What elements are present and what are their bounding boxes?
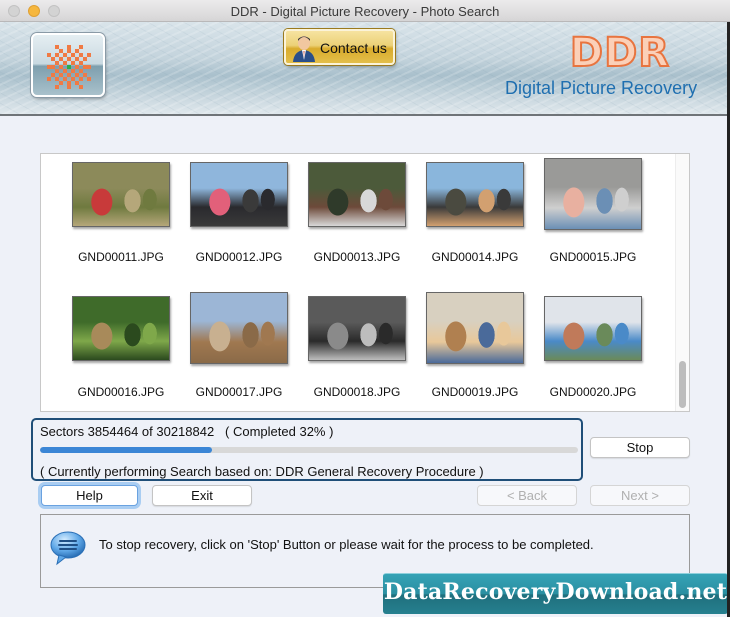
help-button[interactable]: Help xyxy=(41,485,138,506)
app-logo xyxy=(31,33,105,97)
thumbnail-item[interactable]: GND00014.JPG xyxy=(416,160,534,285)
vertical-scrollbar[interactable] xyxy=(675,154,689,411)
thumbnail-item[interactable]: GND00013.JPG xyxy=(298,160,416,285)
progress-bar-fill xyxy=(40,447,213,453)
completed-percent: ( Completed 32% ) xyxy=(225,424,334,439)
title-bar: DDR - Digital Picture Recovery - Photo S… xyxy=(0,0,730,22)
app-window: DDR - Digital Picture Recovery - Photo S… xyxy=(0,0,730,617)
ddr-logo-icon xyxy=(47,45,91,89)
thumbnail-filename: GND00014.JPG xyxy=(431,250,519,264)
photo-thumbnail[interactable] xyxy=(190,292,288,364)
photo-thumbnail[interactable] xyxy=(544,296,642,361)
progress-panel: Sectors 3854464 of 30218842 ( Completed … xyxy=(31,418,583,481)
thumbnail-filename: GND00013.JPG xyxy=(313,250,401,264)
contact-us-button[interactable]: Contact us xyxy=(284,29,395,65)
thumbnail-item[interactable]: GND00012.JPG xyxy=(180,160,298,285)
sectors-count: Sectors 3854464 of 30218842 xyxy=(40,424,215,439)
contact-us-label: Contact us xyxy=(320,40,387,56)
photo-thumbnail[interactable] xyxy=(426,162,524,227)
photo-thumbnail[interactable] xyxy=(308,296,406,361)
thumbnail-grid: GND00020.JPG GND00019.JPG GND00018.JPG GND0… xyxy=(40,153,690,412)
thumbnail-item[interactable]: GND00011.JPG xyxy=(62,160,180,285)
thumbnail-filename: GND00015.JPG xyxy=(549,250,637,264)
watermark-text: DataRecoveryDownload.net xyxy=(383,579,728,605)
progress-bar xyxy=(40,447,578,453)
thumbnail-filename: GND00019.JPG xyxy=(431,385,519,399)
window-title: DDR - Digital Picture Recovery - Photo S… xyxy=(230,4,500,19)
thumbnail-item[interactable]: GND00020.JPG xyxy=(534,294,652,419)
watermark-banner: DataRecoveryDownload.net xyxy=(383,573,728,614)
exit-button[interactable]: Exit xyxy=(152,485,252,506)
photo-thumbnail[interactable] xyxy=(72,296,170,361)
thumbnail-filename: GND00016.JPG xyxy=(77,385,165,399)
back-button[interactable]: < Back xyxy=(477,485,577,506)
photo-thumbnail[interactable] xyxy=(190,162,288,227)
thumbnail-item[interactable]: GND00018.JPG xyxy=(298,294,416,419)
photo-thumbnail[interactable] xyxy=(72,162,170,227)
scrollbar-thumb[interactable] xyxy=(679,361,686,408)
search-status-text: ( Currently performing Search based on: … xyxy=(40,464,484,479)
brand-name: DDR xyxy=(569,29,671,77)
thumbnail-filename: GND00011.JPG xyxy=(78,250,164,264)
sectors-progress-text: Sectors 3854464 of 30218842 ( Completed … xyxy=(40,424,333,439)
photo-thumbnail[interactable] xyxy=(426,292,524,364)
thumbnail-filename: GND00020.JPG xyxy=(549,385,637,399)
thumbnail-filename: GND00017.JPG xyxy=(195,385,283,399)
next-button[interactable]: Next > xyxy=(590,485,690,506)
header-banner: Contact us DDR Digital Picture Recovery xyxy=(0,22,730,116)
thumbnail-item[interactable]: GND00017.JPG xyxy=(180,292,298,419)
thumbnail-filename: GND00018.JPG xyxy=(313,385,401,399)
photo-thumbnail[interactable] xyxy=(544,158,642,230)
person-icon xyxy=(293,36,315,62)
message-text: To stop recovery, click on 'Stop' Button… xyxy=(99,537,594,552)
photo-thumbnail[interactable] xyxy=(308,162,406,227)
thumbnail-item[interactable]: GND00015.JPG xyxy=(534,158,652,285)
speech-bubble-icon xyxy=(50,531,86,566)
brand-subtitle: Digital Picture Recovery xyxy=(505,78,698,98)
thumbnail-filename: GND00012.JPG xyxy=(195,250,283,264)
thumbnail-item[interactable]: GND00016.JPG xyxy=(62,294,180,419)
thumbnail-item[interactable]: GND00019.JPG xyxy=(416,292,534,419)
stop-button[interactable]: Stop xyxy=(590,437,690,458)
